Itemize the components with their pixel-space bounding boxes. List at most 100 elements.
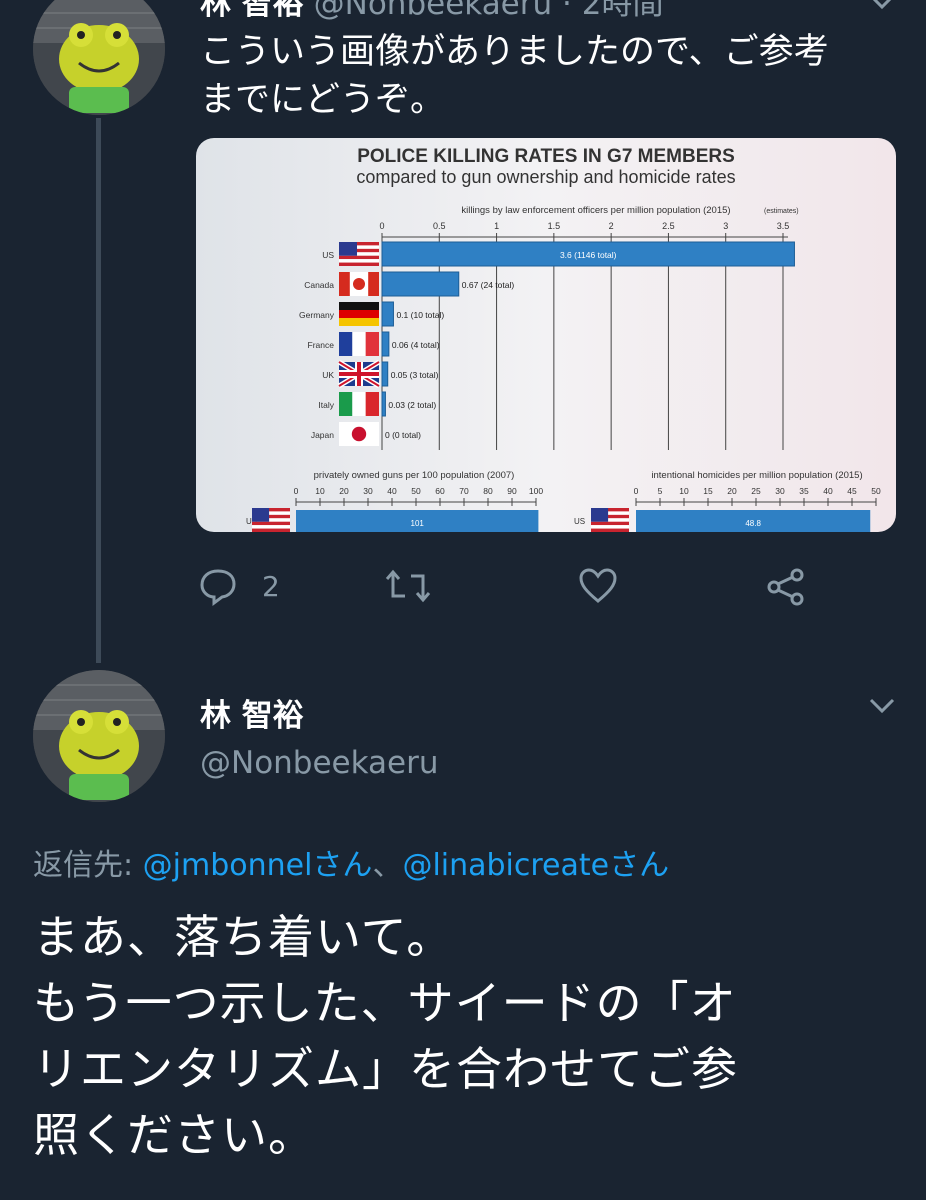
bar <box>381 391 386 417</box>
retweet-icon <box>385 569 431 603</box>
tweet-text-line: リエンタリズム」を合わせてご参 <box>33 1042 738 1096</box>
reply-count: 2 <box>262 569 280 603</box>
tick-label: 15 <box>703 486 713 496</box>
axis-label: intentional homicides per million popula… <box>651 470 862 481</box>
tick-label: 50 <box>411 486 421 496</box>
tick-label: 2 <box>609 221 614 231</box>
reply-context: 返信先: @jmbonnelさん、@linabicreateさん <box>33 840 669 884</box>
author-name[interactable]: 林 智裕 <box>200 690 304 735</box>
heart-icon <box>579 568 617 603</box>
tick-label: 0.5 <box>433 221 446 231</box>
mention-separator: 、 <box>372 848 403 883</box>
axis-label: privately owned guns per 100 population … <box>314 470 515 481</box>
tick-label: 3 <box>723 221 728 231</box>
data-label: 48.8 <box>745 519 761 528</box>
retweet-button[interactable] <box>385 568 431 608</box>
tick-label: 45 <box>847 486 857 496</box>
mention-link[interactable]: @jmbonnelさん <box>143 848 373 883</box>
data-label: 0 (0 total) <box>385 430 421 440</box>
tick-label: 0 <box>634 486 639 496</box>
category-label: Japan <box>311 430 334 440</box>
tick-label: 100 <box>529 486 543 496</box>
tweet-text-line: もう一つ示した、サイードの「オ <box>33 976 737 1030</box>
chart-subtitle: compared to gun ownership and homicide r… <box>356 167 735 187</box>
tick-label: 3.5 <box>777 221 790 231</box>
category-label: Italy <box>318 400 334 410</box>
data-label: 0.03 (2 total) <box>388 400 436 410</box>
reply-prefix: 返信先: <box>33 848 143 883</box>
reply-icon <box>200 569 236 606</box>
flag-us-icon <box>339 242 379 266</box>
share-icon <box>767 568 804 606</box>
chevron-down-icon[interactable] <box>868 696 896 720</box>
tweet-time[interactable]: 2時間 <box>582 0 664 22</box>
share-button[interactable] <box>765 566 807 612</box>
author-handle[interactable]: @Nonbeekaeru <box>314 0 553 22</box>
tick-label: 70 <box>459 486 469 496</box>
tick-label: 40 <box>387 486 397 496</box>
bar <box>381 271 460 297</box>
tick-label: 80 <box>483 486 493 496</box>
flag-uk-icon <box>337 359 381 389</box>
category-label: US <box>574 517 585 526</box>
chart: POLICE KILLING RATES IN G7 MEMBERScompar… <box>246 146 881 532</box>
data-label: 0.05 (3 total) <box>391 370 439 380</box>
tick-label: 1 <box>494 221 499 231</box>
tweet-text-line: まあ、落ち着いて。 <box>33 910 454 964</box>
tick-label: 0 <box>294 486 299 496</box>
tick-label: 0 <box>379 221 384 231</box>
tick-label: 2.5 <box>662 221 675 231</box>
tweet-text-line: までにどうぞ。 <box>200 80 446 120</box>
axis-label-note: (estimates) <box>764 208 799 215</box>
flag-france-icon <box>339 332 379 356</box>
reply-button[interactable]: 2 <box>198 566 280 606</box>
chevron-down-icon[interactable] <box>868 0 896 16</box>
data-label: 0.1 (10 total) <box>396 310 444 320</box>
flag-germany-icon <box>339 302 379 326</box>
author-handle[interactable]: @Nonbeekaeru <box>200 745 439 781</box>
chart-title: POLICE KILLING RATES IN G7 MEMBERS <box>357 146 735 167</box>
bar <box>381 361 389 387</box>
category-label: Germany <box>299 310 335 320</box>
flag-japan-icon <box>339 422 379 446</box>
thread-line <box>96 118 101 663</box>
axis-label: killings by law enforcement officers per… <box>461 205 730 216</box>
tick-label: 20 <box>727 486 737 496</box>
flag-us-icon <box>591 508 629 532</box>
tweet-text-line: 照ください。 <box>33 1108 315 1162</box>
data-label: 0.06 (4 total) <box>392 340 440 350</box>
tweet-text: こういう画像がありましたので、ご参考 までにどうぞ。 <box>200 28 829 124</box>
tweet-text-line: こういう画像がありましたので、ご参考 <box>200 32 829 72</box>
tick-label: 10 <box>679 486 689 496</box>
tweet-text: まあ、落ち着いて。 もう一つ示した、サイードの「オ リエンタリズム」を合わせてご… <box>33 904 738 1168</box>
tick-label: 20 <box>339 486 349 496</box>
avatar[interactable] <box>33 0 165 115</box>
category-label: UK <box>322 370 334 380</box>
tick-label: 1.5 <box>548 221 561 231</box>
data-label: 101 <box>411 519 425 528</box>
mention-link[interactable]: @linabicreateさん <box>402 848 669 883</box>
avatar[interactable] <box>33 670 165 802</box>
category-label: US <box>322 250 334 260</box>
flag-us-icon <box>252 508 290 532</box>
tick-label: 50 <box>871 486 881 496</box>
tick-label: 60 <box>435 486 445 496</box>
flag-italy-icon <box>339 392 379 416</box>
tick-label: 10 <box>315 486 325 496</box>
tick-label: 90 <box>507 486 517 496</box>
author-name[interactable]: 林 智裕 <box>200 0 304 22</box>
tick-label: 5 <box>658 486 663 496</box>
tick-label: 30 <box>363 486 373 496</box>
data-label: 3.6 (1146 total) <box>560 250 617 260</box>
tick-label: 40 <box>823 486 833 496</box>
tick-label: 25 <box>751 486 761 496</box>
tick-label: 35 <box>799 486 809 496</box>
flag-canada-icon <box>339 272 379 296</box>
tweet-image[interactable]: POLICE KILLING RATES IN G7 MEMBERS compar… <box>196 138 896 532</box>
bar <box>381 331 390 357</box>
category-label: Canada <box>304 280 334 290</box>
like-button[interactable] <box>578 567 618 609</box>
data-label: 0.67 (24 total) <box>462 280 515 290</box>
tweet-header-partial: 林 智裕 @Nonbeekaeru · 2時間 <box>200 0 663 23</box>
tick-label: 30 <box>775 486 785 496</box>
